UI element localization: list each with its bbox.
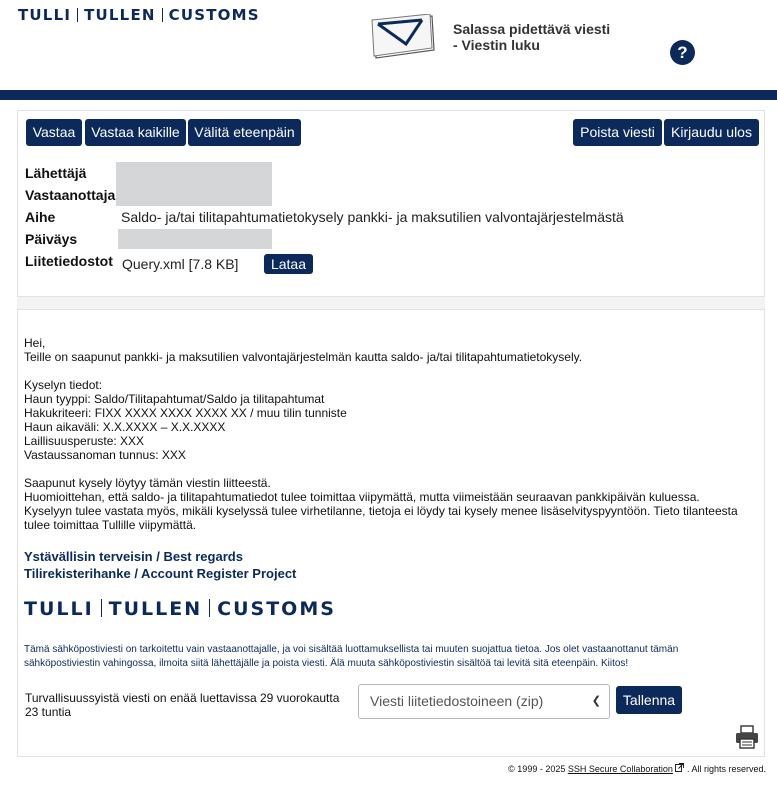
help-icon[interactable]: ? bbox=[670, 40, 695, 65]
redacted-sender-recipient bbox=[116, 162, 272, 206]
signature: Ystävällisin terveisin / Best regards Ti… bbox=[24, 549, 297, 581]
date-label: Päiväys bbox=[25, 231, 78, 247]
envelope-icon bbox=[368, 13, 438, 65]
save-format-value: Viesti liitetiedostoineen (zip) bbox=[370, 693, 544, 709]
footer: © 1999 - 2025 SSH Secure Collaboration .… bbox=[508, 763, 766, 774]
attachment-name[interactable]: Query.xml [7.8 KB] bbox=[122, 256, 238, 272]
page-title: Salassa pidettävä viesti - Viestin luku bbox=[453, 21, 611, 53]
panel-separator bbox=[17, 297, 765, 309]
external-link-icon bbox=[675, 763, 687, 774]
reply-button[interactable]: Vastaa bbox=[26, 119, 82, 146]
printer-icon[interactable] bbox=[735, 725, 759, 754]
subject-value: Saldo- ja/tai tilitapahtumatietokysely p… bbox=[121, 209, 624, 225]
recipient-label: Vastaanottaja bbox=[25, 187, 116, 203]
confidentiality-disclaimer: Tämä sähköpostiviesti on tarkoitettu vai… bbox=[24, 644, 679, 669]
customs-logo: TULLI TULLEN CUSTOMS bbox=[18, 6, 260, 24]
attachments-label: Liitetiedostot bbox=[25, 253, 113, 269]
message-body: Hei, Teille on saapunut pankki- ja maksu… bbox=[24, 336, 738, 532]
ssh-link[interactable]: SSH Secure Collaboration bbox=[568, 764, 673, 774]
logout-button[interactable]: Kirjaudu ulos bbox=[664, 119, 759, 146]
app-header: TULLI TULLEN CUSTOMS Salassa pidettävä vie… bbox=[0, 0, 777, 90]
forward-button[interactable]: Välitä eteenpäin bbox=[188, 119, 301, 146]
availability-notice: Turvallisuussyistä viesti on enää luetta… bbox=[25, 691, 340, 719]
customs-logo-signature: TULLI TULLEN CUSTOMS bbox=[24, 598, 336, 620]
redacted-date bbox=[118, 229, 272, 249]
save-format-select[interactable]: Viesti liitetiedostoineen (zip) ❮ bbox=[358, 684, 610, 719]
download-attachment-button[interactable]: Lataa bbox=[264, 254, 313, 274]
reply-all-button[interactable]: Vastaa kaikille bbox=[85, 119, 186, 146]
save-button[interactable]: Tallenna bbox=[616, 686, 682, 714]
chevron-down-icon: ❮ bbox=[591, 695, 601, 707]
sender-label: Lähettäjä bbox=[25, 165, 87, 181]
subject-label: Aihe bbox=[25, 209, 56, 225]
header-divider bbox=[0, 90, 777, 100]
delete-message-button[interactable]: Poista viesti bbox=[573, 119, 662, 146]
